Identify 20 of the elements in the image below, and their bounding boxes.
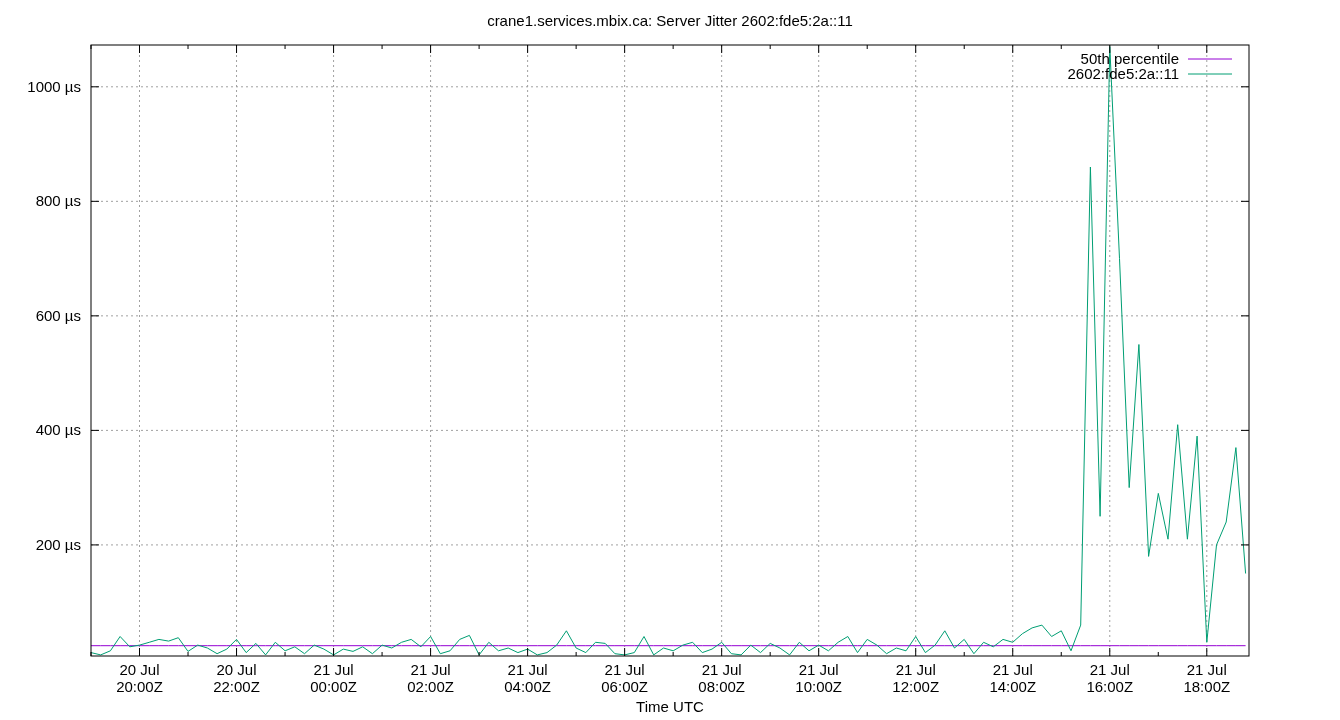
legend-label: 50th percentile — [1080, 50, 1179, 67]
x-tick-label: 21 Jul 00:00Z — [310, 661, 357, 695]
y-tick-label: 1000 µs — [27, 77, 81, 95]
x-tick-label: 21 Jul 14:00Z — [989, 661, 1037, 695]
x-tick-label: 21 Jul 08:00Z — [698, 661, 745, 695]
y-tick-label: 400 µs — [35, 421, 81, 439]
x-tick-label: 21 Jul 06:00Z — [601, 661, 648, 695]
x-tick-label: 20 Jul 22:00Z — [213, 661, 260, 695]
x-tick-label: 21 Jul 12:00Z — [892, 661, 940, 695]
x-tick-label: 21 Jul 02:00Z — [407, 661, 454, 695]
x-tick-label: 21 Jul 18:00Z — [1183, 661, 1231, 695]
y-tick-label: 600 µs — [35, 306, 81, 324]
x-tick-label: 21 Jul 10:00Z — [795, 661, 843, 695]
x-tick-label: 21 Jul 16:00Z — [1086, 661, 1134, 695]
x-axis-title: Time UTC — [636, 698, 704, 715]
x-tick-label: 21 Jul 04:00Z — [504, 661, 551, 695]
y-tick-label: 800 µs — [35, 192, 81, 210]
chart-title: crane1.services.mbix.ca: Server Jitter 2602:fde5:2a::11 — [487, 12, 853, 29]
x-tick-label: 20 Jul 20:00Z — [116, 661, 163, 695]
y-tick-label: 200 µs — [35, 535, 81, 553]
